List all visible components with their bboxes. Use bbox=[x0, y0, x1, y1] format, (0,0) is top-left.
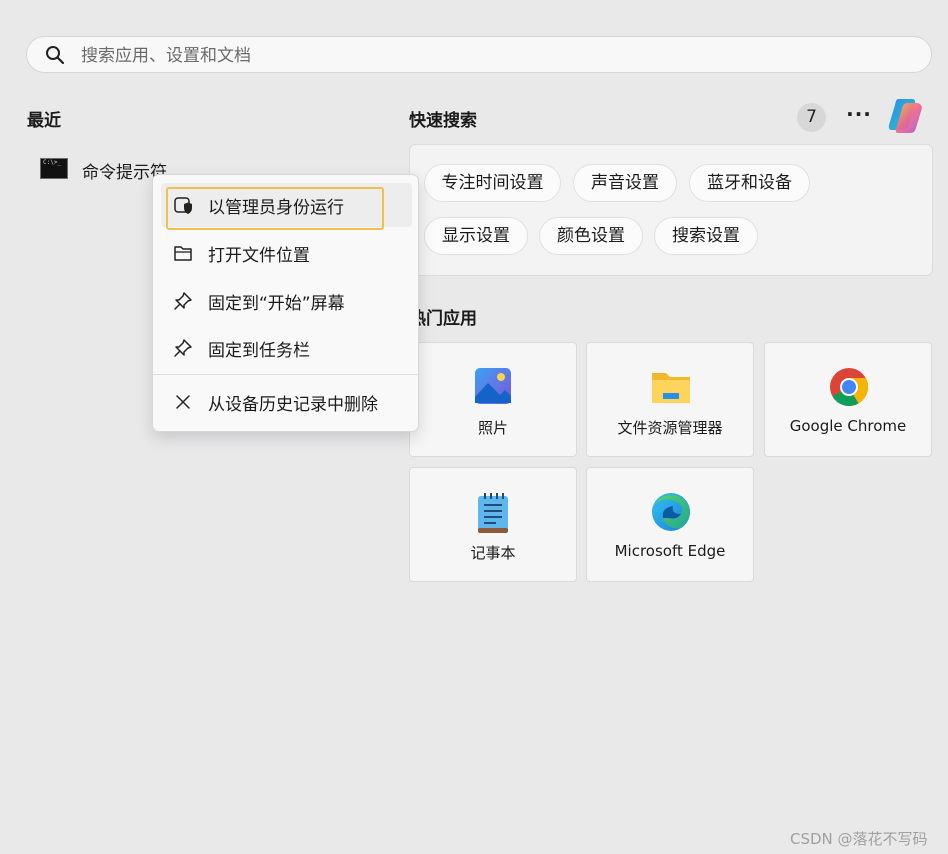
menu-item-label: 固定到“开始”屏幕 bbox=[208, 294, 345, 314]
menu-item-pin-to-start[interactable]: 固定到“开始”屏幕 bbox=[161, 279, 412, 323]
command-prompt-icon: C:\>_ bbox=[40, 158, 68, 179]
menu-divider bbox=[153, 374, 418, 375]
app-label: 照片 bbox=[477, 419, 508, 437]
close-icon bbox=[176, 395, 190, 409]
notification-count-badge[interactable]: 7 bbox=[797, 103, 826, 132]
chip-focus-settings[interactable]: 专注时间设置 bbox=[424, 164, 561, 202]
search-box[interactable] bbox=[26, 36, 932, 74]
menu-item-label: 固定到任务栏 bbox=[208, 341, 310, 361]
photos-icon bbox=[475, 368, 511, 404]
menu-item-label: 打开文件位置 bbox=[208, 246, 310, 266]
app-tile-notepad[interactable]: 记事本 bbox=[409, 467, 577, 582]
search-input[interactable] bbox=[79, 37, 903, 74]
watermark: CSDN @落花不写码 bbox=[790, 830, 928, 848]
menu-item-open-file-location[interactable]: 打开文件位置 bbox=[161, 231, 412, 275]
quick-search-title: 快速搜索 bbox=[409, 111, 477, 131]
pin-icon bbox=[174, 339, 192, 357]
more-options-icon[interactable]: ··· bbox=[844, 102, 874, 132]
app-label: 记事本 bbox=[470, 544, 516, 562]
app-tile-microsoft-edge[interactable]: Microsoft Edge bbox=[586, 467, 754, 582]
app-label: Google Chrome bbox=[789, 417, 907, 435]
app-label: 文件资源管理器 bbox=[617, 419, 723, 437]
focus-ring bbox=[166, 187, 384, 230]
recent-section-title: 最近 bbox=[27, 111, 61, 131]
search-icon bbox=[46, 46, 65, 65]
menu-item-pin-to-taskbar[interactable]: 固定到任务栏 bbox=[161, 326, 412, 370]
app-label: Microsoft Edge bbox=[614, 542, 726, 560]
chip-display-settings[interactable]: 显示设置 bbox=[424, 217, 528, 255]
chrome-icon bbox=[830, 368, 869, 407]
chip-bluetooth-devices[interactable]: 蓝牙和设备 bbox=[689, 164, 810, 202]
folder-icon bbox=[174, 246, 192, 261]
menu-item-label: 从设备历史记录中删除 bbox=[208, 395, 378, 415]
chip-search-settings[interactable]: 搜索设置 bbox=[654, 217, 758, 255]
context-menu: 以管理员身份运行 打开文件位置 固定到“开始”屏幕 固定到任务栏 从设备历史记录… bbox=[152, 174, 419, 432]
hot-apps-title: 热门应用 bbox=[409, 309, 477, 329]
app-tile-photos[interactable]: 照片 bbox=[409, 342, 577, 457]
file-explorer-icon bbox=[652, 373, 690, 403]
pin-icon bbox=[174, 292, 192, 310]
quick-search-panel: 专注时间设置 声音设置 蓝牙和设备 显示设置 颜色设置 搜索设置 bbox=[409, 144, 933, 276]
copilot-icon[interactable] bbox=[888, 97, 928, 135]
chip-sound-settings[interactable]: 声音设置 bbox=[573, 164, 677, 202]
menu-item-remove-from-history[interactable]: 从设备历史记录中删除 bbox=[161, 380, 412, 424]
notepad-icon bbox=[478, 493, 508, 533]
chip-color-settings[interactable]: 颜色设置 bbox=[539, 217, 643, 255]
app-tile-file-explorer[interactable]: 文件资源管理器 bbox=[586, 342, 754, 457]
edge-icon bbox=[652, 493, 690, 531]
app-tile-google-chrome[interactable]: Google Chrome bbox=[764, 342, 932, 457]
